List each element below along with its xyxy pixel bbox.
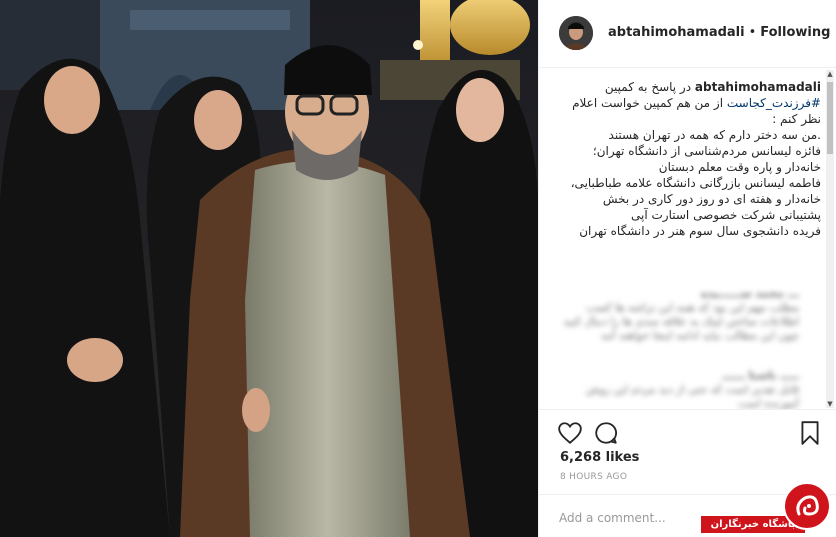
scroll-up-arrow-icon[interactable]: ▲ [826,70,834,78]
blurred-comment-user: ـــــ ناشنا ــــــ [722,369,799,382]
caption-line1: در پاسخ به کمپین [604,80,692,94]
caption-paragraph-3: فائزه لیسانس مردم‌شناسی از دانشگاه تهران… [592,144,821,174]
comments-area[interactable]: abtahimohamadali در پاسخ به کمپین #فرزند… [539,69,836,409]
avatar-image [559,16,593,50]
watermark-emblem-icon [783,482,831,530]
blurred-comment-text: قابل تقدیر است که حتی از دید مردم این رو… [586,383,799,409]
avatar[interactable] [559,16,593,50]
caption-paragraph-5: فریده دانشجوی سال سوم هنر در دانشگاه تهر… [579,224,821,238]
post-header: abtahimohamadali • Following [539,0,836,68]
post-timestamp[interactable]: 8 HOURS AGO [560,472,627,482]
blurred-comment-text: مطلب مهم این بود که همه این تراشه ها کسب… [563,301,799,342]
caption-paragraph-4: فاطمه لیسانس بازرگانی دانشگاه علامه طباط… [570,176,821,222]
scrollbar-thumb[interactable] [827,82,833,154]
following-button[interactable]: Following [760,25,830,40]
header-user-line: abtahimohamadali • Following [608,25,830,40]
watermark-logo: باشگاه خبرنگاران [697,480,836,537]
post-photo[interactable] [0,0,538,537]
separator-dot: • [748,25,757,40]
caption-username[interactable]: abtahimohamadali [695,80,821,94]
comment-icon[interactable] [593,420,619,446]
caption-first-line: abtahimohamadali در پاسخ به کمپین #فرزند… [559,79,821,127]
bookmark-icon[interactable] [797,420,823,446]
action-bar [539,409,836,450]
caption-hashtag[interactable]: #فرزندت_کجاست [727,96,821,110]
username-link[interactable]: abtahimohamadali [608,25,745,40]
heart-icon[interactable] [557,420,583,446]
post-side-panel: abtahimohamadali • Following abtahimohamad… [538,0,836,537]
blurred-comment-user: ـــ محمد ســــــیده [700,287,799,300]
post-photo-image [0,0,538,537]
add-comment-input[interactable] [559,509,709,527]
scroll-down-arrow-icon[interactable]: ▼ [826,400,834,408]
caption: abtahimohamadali در پاسخ به کمپین #فرزند… [559,79,821,239]
comments-scrollbar[interactable]: ▲ ▼ [826,70,834,408]
caption-paragraph-2: .من سه دختر دارم که همه در تهران هستند [608,128,821,142]
likes-count[interactable]: 6,268 likes [560,450,639,465]
